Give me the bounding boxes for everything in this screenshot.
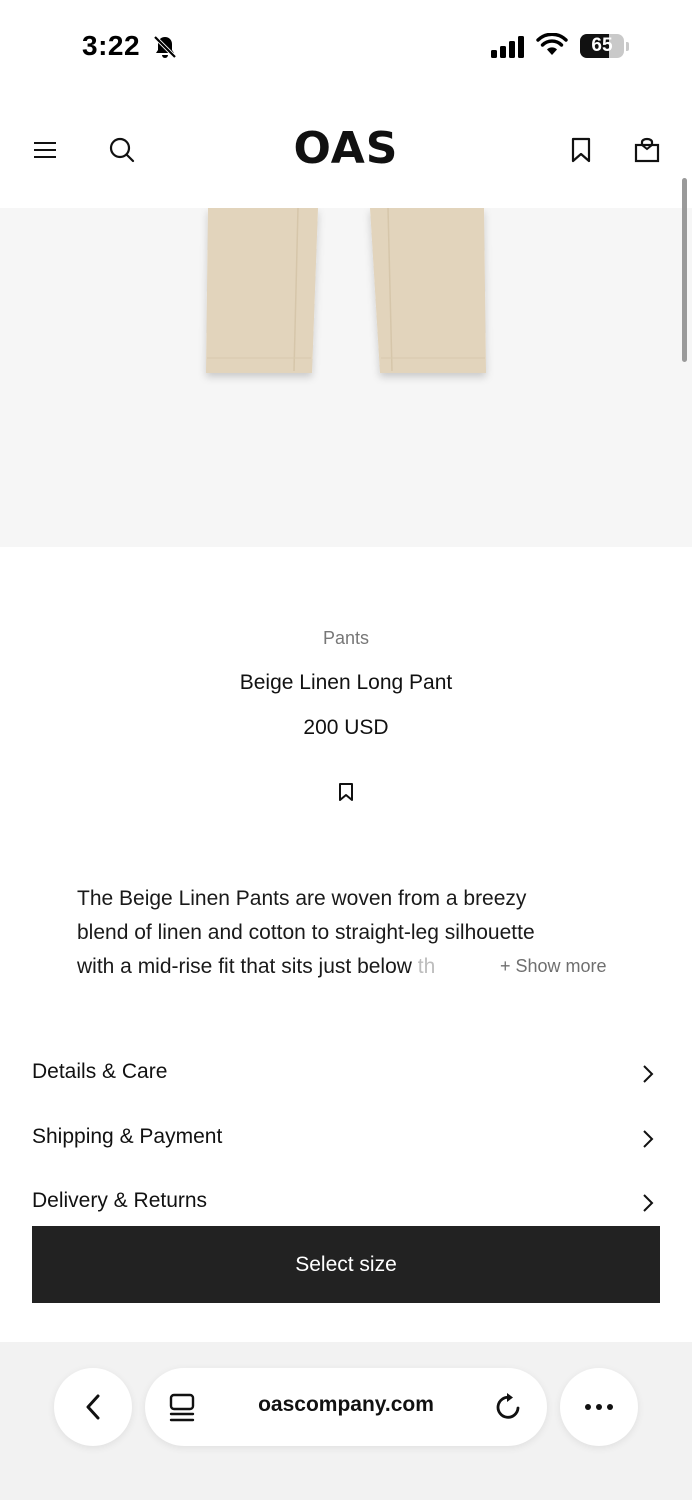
accordion-label: Delivery & Returns [32, 1189, 208, 1212]
status-time: 3:22 [82, 30, 141, 61]
battery-indicator: 65 [580, 34, 629, 59]
pants-illustration [206, 208, 486, 373]
accordion-label: Shipping & Payment [32, 1125, 223, 1148]
accordion-shipping-payment[interactable]: Shipping & Payment [32, 1119, 660, 1159]
description-line: blend of linen and cotton to straight-le… [77, 921, 535, 944]
product-price: 200 USD [303, 716, 389, 739]
chevron-right-icon [642, 1064, 654, 1089]
chevron-right-icon [642, 1193, 654, 1218]
chevron-left-icon [86, 1394, 100, 1420]
accordion-delivery-returns[interactable]: Delivery & Returns [32, 1183, 660, 1223]
description-faded-text: th [417, 955, 436, 978]
wishlist-button[interactable] [566, 135, 596, 165]
cart-button[interactable] [632, 135, 662, 165]
bookmark-icon [339, 783, 353, 801]
url-text[interactable]: oascompany.com [145, 1393, 547, 1417]
address-bar[interactable]: oascompany.com [145, 1368, 547, 1446]
product-name: Beige Linen Long Pant [239, 671, 453, 694]
cellular-signal-icon [491, 36, 527, 63]
back-button[interactable] [54, 1368, 132, 1446]
more-options-button[interactable] [560, 1368, 638, 1446]
battery-level: 65 [591, 35, 613, 56]
bell-muted-icon [152, 34, 178, 65]
status-bar: 3:22 65 [0, 0, 692, 95]
ellipsis-icon [585, 1404, 613, 1410]
description-line: The Beige Linen Pants are woven from a b… [77, 887, 527, 910]
bag-icon [634, 137, 660, 163]
page-scrollbar[interactable] [682, 178, 687, 362]
reload-icon[interactable] [494, 1392, 524, 1427]
wifi-icon [536, 32, 568, 62]
add-to-wishlist-button[interactable] [337, 782, 355, 802]
bookmark-icon [571, 137, 591, 163]
product-category[interactable]: Pants [0, 628, 692, 649]
show-more-link[interactable]: + Show more [496, 956, 607, 977]
accordion-label: Details & Care [32, 1060, 168, 1083]
product-image[interactable] [0, 208, 692, 547]
site-header: OAS [0, 95, 692, 208]
chevron-right-icon [642, 1129, 654, 1154]
select-size-button[interactable]: Select size [32, 1226, 660, 1303]
accordion-details-care[interactable]: Details & Care [32, 1054, 660, 1094]
browser-toolbar: oascompany.com [0, 1342, 692, 1500]
